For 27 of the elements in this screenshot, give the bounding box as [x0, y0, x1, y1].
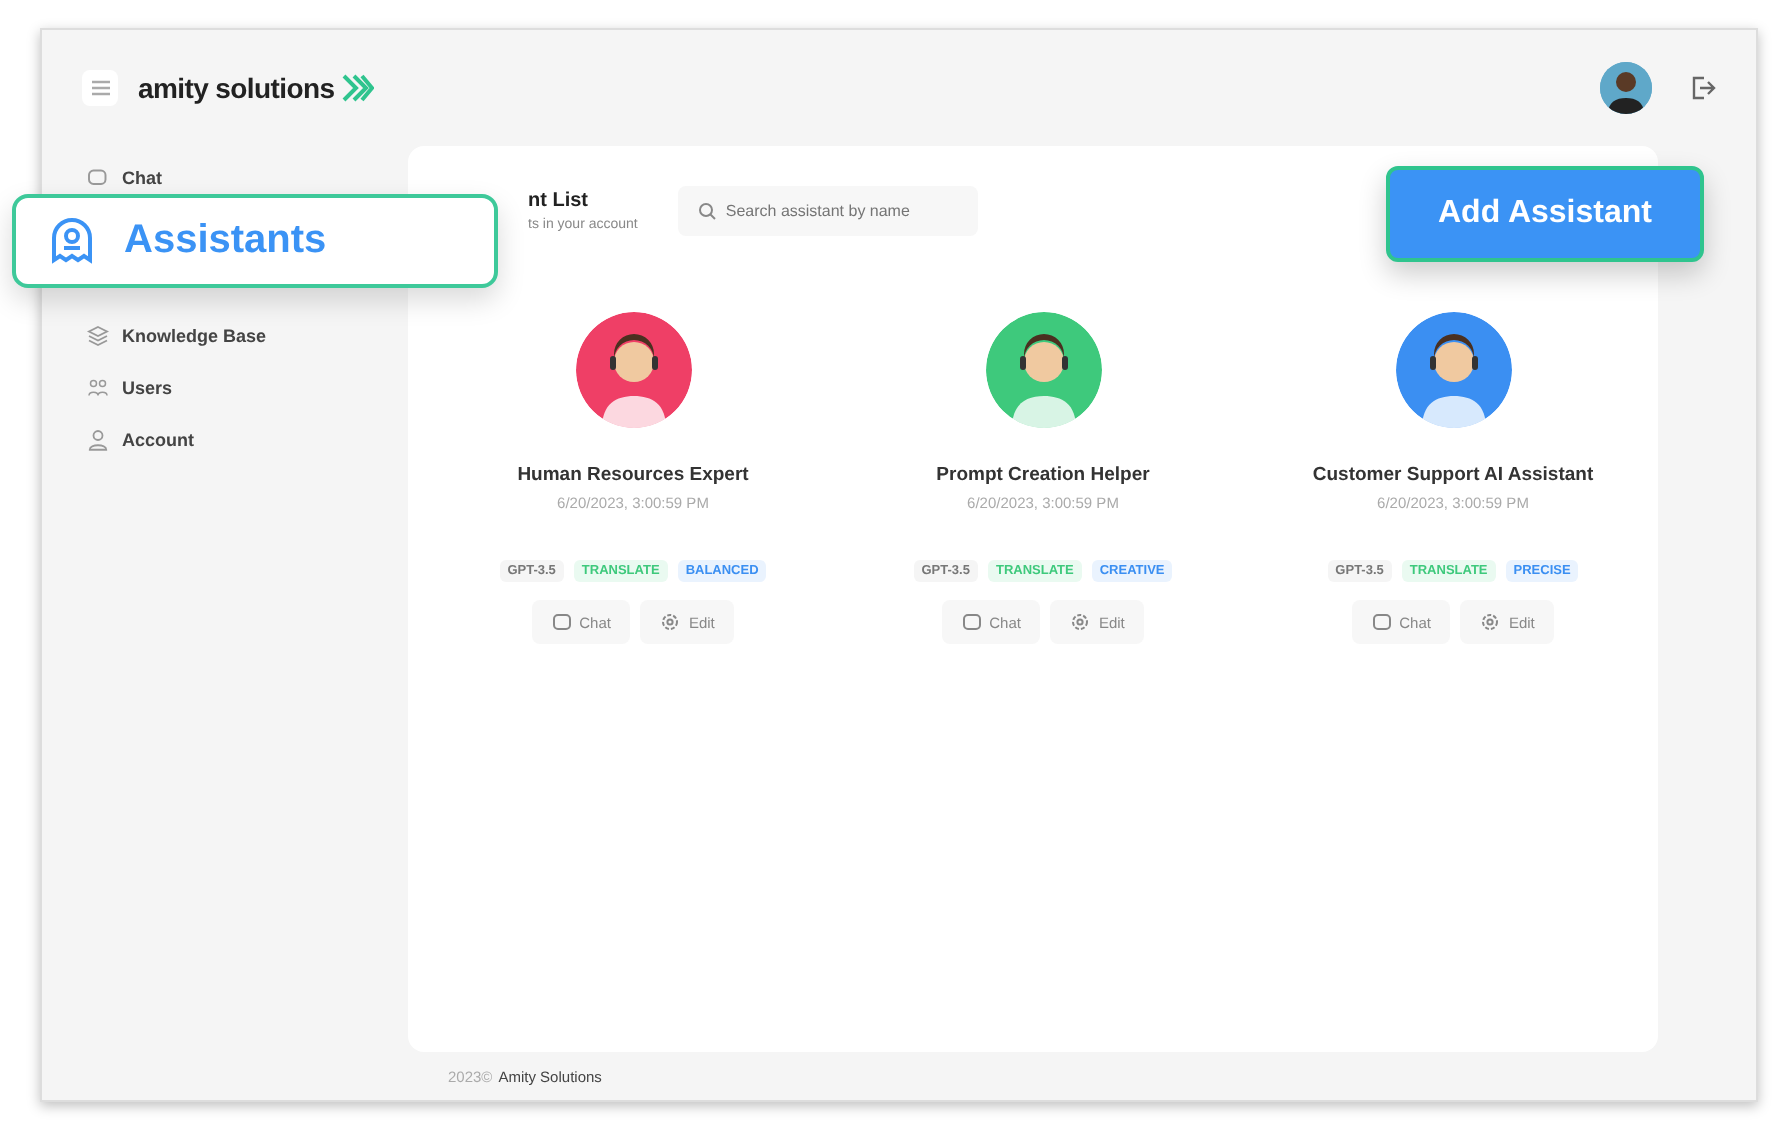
users-icon [86, 376, 110, 400]
sidebar-item[interactable]: Account [122, 430, 194, 450]
sidebar-item[interactable]: Users [122, 378, 173, 398]
layers-icon [86, 324, 110, 348]
chevrons-icon [342, 74, 375, 102]
sidebar-item[interactable]: Knowledge Base [122, 326, 267, 346]
sidebar-item[interactable]: Assistants [12, 194, 498, 288]
chat-icon [86, 166, 110, 190]
logout-icon[interactable] [1688, 74, 1716, 102]
sidebar-item[interactable]: Chat [122, 168, 162, 188]
page-title: nt List [528, 190, 590, 212]
search-field[interactable]: Search assistant by name [677, 186, 978, 236]
assistant-name: Prompt Creation Helper [936, 464, 1150, 486]
ghost-icon [48, 215, 96, 267]
chat-icon [961, 612, 982, 632]
logo-text: amity solutions [138, 72, 335, 104]
gear-icon [1070, 612, 1091, 632]
menu-icon [91, 80, 109, 96]
user-icon [86, 428, 110, 452]
avatar[interactable] [1600, 62, 1652, 114]
gear-icon [660, 612, 681, 632]
assistant-name: Human Resources Expert [517, 464, 749, 486]
add-assistant-button[interactable]: Add Assistant [1386, 166, 1704, 262]
chat-icon [1371, 612, 1392, 632]
gear-icon [1480, 612, 1501, 632]
chat-icon [551, 612, 572, 632]
assistant-name: Customer Support AI Assistant [1312, 464, 1594, 486]
